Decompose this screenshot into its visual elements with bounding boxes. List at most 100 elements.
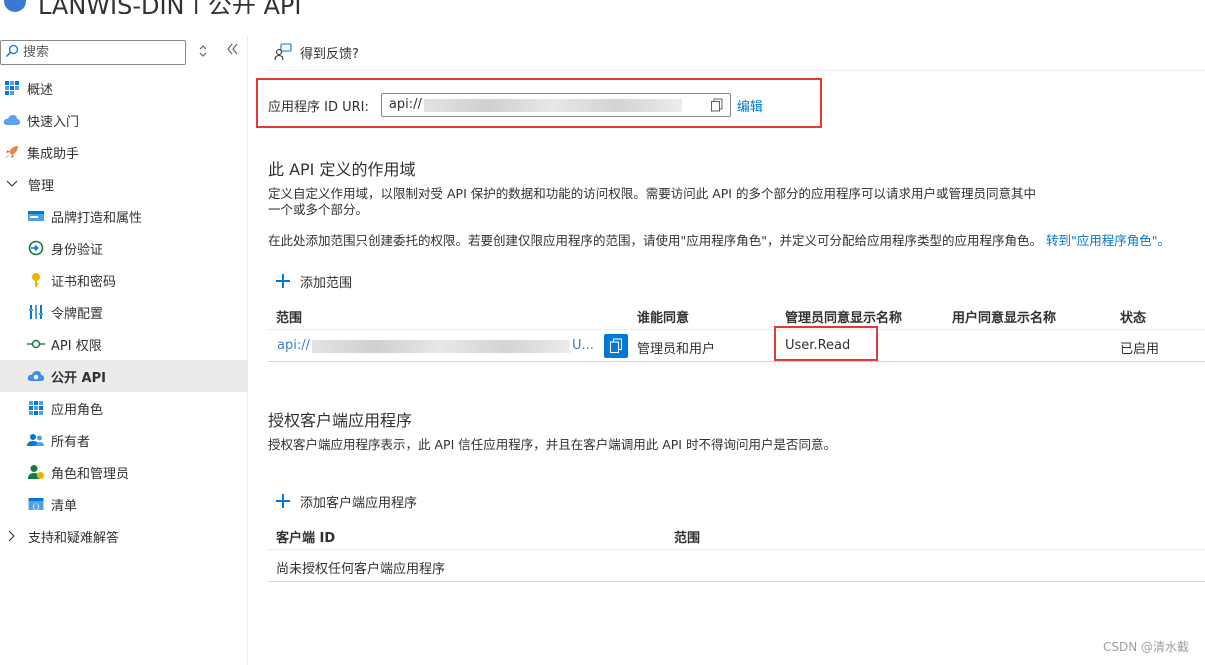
clients-section-title: 授权客户端应用程序 bbox=[268, 411, 413, 430]
feedback-button[interactable]: 得到反馈? bbox=[274, 42, 359, 62]
sidebar-nav: 概述 快速入门 集成助手 管理 品牌打造和属性 身份验证 证书和密码 令牌配置 … bbox=[0, 72, 248, 552]
scopes-description-line2: 一个或多个部分。 bbox=[268, 202, 369, 217]
plus-icon bbox=[276, 274, 290, 288]
token-bars-icon bbox=[27, 303, 45, 321]
chevron-right-icon bbox=[4, 528, 20, 544]
column-header-admin-display-name: 管理员同意显示名称 bbox=[785, 311, 903, 326]
watermark: CSDN @清水截 bbox=[1102, 640, 1189, 654]
sidebar-item-label: 证书和密码 bbox=[51, 274, 117, 290]
column-header-who-can-consent: 谁能同意 bbox=[637, 311, 690, 326]
sidebar-item-certificates-secrets[interactable]: 证书和密码 bbox=[0, 264, 248, 296]
scope-link-suffix[interactable]: U... bbox=[572, 338, 594, 353]
sidebar-search-row bbox=[0, 40, 248, 66]
go-to-app-roles-link[interactable]: 转到"应用程序角色"。 bbox=[1046, 233, 1170, 248]
copy-scope-button[interactable] bbox=[604, 334, 628, 358]
toolbar-divider bbox=[268, 70, 1205, 71]
add-client-app-button[interactable]: 添加客户端应用程序 bbox=[276, 491, 417, 511]
manifest-icon: {} bbox=[27, 495, 45, 513]
who-can-consent-value: 管理员和用户 bbox=[637, 342, 716, 357]
scopes-description-2: 在此处添加范围只创建委托的权限。若要创建仅限应用程序的范围，请使用"应用程序角色… bbox=[268, 232, 1170, 250]
scopes-table-header: 范围 谁能同意 管理员同意显示名称 用户同意显示名称 状态 bbox=[268, 300, 1205, 330]
scopes-description-2-text: 在此处添加范围只创建委托的权限。若要创建仅限应用程序的范围，请使用"应用程序角色… bbox=[268, 233, 1043, 248]
sidebar-item-expose-api[interactable]: 公开 API bbox=[0, 360, 248, 392]
clients-empty-message: 尚未授权任何客户端应用程序 bbox=[276, 562, 446, 577]
sidebar-item-label: 概述 bbox=[27, 82, 54, 98]
table-row: 尚未授权任何客户端应用程序 bbox=[268, 550, 1205, 582]
app-id-uri-field[interactable]: api:// bbox=[380, 93, 731, 117]
state-value: 已启用 bbox=[1120, 342, 1160, 357]
sidebar-item-label: 集成助手 bbox=[27, 146, 80, 162]
sidebar-item-label: 公开 API bbox=[51, 370, 106, 386]
quickstart-cloud-icon bbox=[3, 111, 21, 129]
app-logo-icon bbox=[4, 0, 26, 12]
branding-icon bbox=[27, 207, 45, 225]
app-id-uri-label: 应用程序 ID URI: bbox=[268, 99, 369, 115]
expose-api-cloud-icon bbox=[27, 367, 45, 385]
plus-icon bbox=[276, 494, 290, 508]
scopes-table: 范围 谁能同意 管理员同意显示名称 用户同意显示名称 状态 api:// U..… bbox=[268, 300, 1205, 362]
sidebar-item-token-configuration[interactable]: 令牌配置 bbox=[0, 296, 248, 328]
sidebar-item-label: 身份验证 bbox=[51, 242, 104, 258]
search-icon bbox=[5, 44, 21, 60]
sidebar-search-input[interactable] bbox=[23, 43, 183, 62]
column-header-user-display-name: 用户同意显示名称 bbox=[952, 311, 1057, 326]
add-scope-label: 添加范围 bbox=[300, 275, 353, 291]
column-header-scopes: 范围 bbox=[674, 531, 701, 546]
roles-admins-icon bbox=[27, 463, 45, 481]
feedback-person-icon bbox=[274, 43, 292, 61]
column-header-scope: 范围 bbox=[276, 311, 303, 326]
owners-people-icon bbox=[27, 431, 45, 449]
clients-description: 授权客户端应用程序表示，此 API 信任应用程序，并且在客户端调用此 API 时… bbox=[268, 437, 836, 452]
key-icon bbox=[27, 271, 45, 289]
page-title: LANWIS-DIN | 公开 API bbox=[38, 0, 302, 14]
sidebar-search-box[interactable] bbox=[0, 40, 186, 65]
table-row[interactable]: api:// U... 管理员和用户 User.Read 已启用 bbox=[268, 326, 1205, 362]
sidebar-item-label: 令牌配置 bbox=[51, 306, 104, 322]
copy-icon[interactable] bbox=[710, 98, 724, 112]
title-bar: LANWIS-DIN | 公开 API bbox=[0, 0, 1205, 14]
sidebar-item-label: 管理 bbox=[28, 178, 55, 194]
svg-text:{}: {} bbox=[32, 503, 40, 511]
sidebar-item-api-permissions[interactable]: API 权限 bbox=[0, 328, 248, 360]
sidebar-item-label: 所有者 bbox=[51, 434, 91, 450]
sidebar: 概述 快速入门 集成助手 管理 品牌打造和属性 bbox=[0, 36, 248, 665]
admin-display-name-value: User.Read bbox=[785, 338, 851, 353]
sidebar-item-owners[interactable]: 所有者 bbox=[0, 424, 248, 456]
redacted-scope-blur bbox=[312, 340, 570, 353]
column-header-client-id: 客户端 ID bbox=[276, 531, 336, 546]
overview-grid-icon bbox=[3, 79, 21, 97]
scopes-section-title: 此 API 定义的作用域 bbox=[268, 160, 416, 179]
sidebar-item-quickstart[interactable]: 快速入门 bbox=[0, 104, 248, 136]
sidebar-item-label: 清单 bbox=[51, 498, 78, 514]
app-id-uri-value: api:// bbox=[388, 97, 422, 112]
api-permissions-icon bbox=[27, 335, 45, 353]
sidebar-item-label: 角色和管理员 bbox=[51, 466, 130, 482]
add-scope-button[interactable]: 添加范围 bbox=[276, 271, 352, 291]
authentication-icon bbox=[27, 239, 45, 257]
sidebar-item-label: 应用角色 bbox=[51, 402, 104, 418]
sort-icon[interactable] bbox=[196, 44, 210, 60]
rocket-icon bbox=[3, 143, 21, 161]
clients-table: 客户端 ID 范围 尚未授权任何客户端应用程序 bbox=[268, 520, 1205, 582]
redacted-uri-blur bbox=[423, 99, 682, 112]
sidebar-item-branding[interactable]: 品牌打造和属性 bbox=[0, 200, 248, 232]
app-roles-grid-icon bbox=[27, 399, 45, 417]
feedback-label: 得到反馈? bbox=[300, 46, 359, 62]
scopes-description-line1: 定义自定义作用域，以限制对受 API 保护的数据和功能的访问权限。需要访问此 A… bbox=[268, 186, 1036, 201]
sidebar-group-support-troubleshooting[interactable]: 支持和疑难解答 bbox=[0, 520, 248, 552]
app-id-uri-row: 应用程序 ID URI: api:// 编辑 bbox=[268, 92, 763, 118]
sidebar-item-manifest[interactable]: {} 清单 bbox=[0, 488, 248, 520]
collapse-sidebar-icon[interactable] bbox=[225, 42, 241, 60]
sidebar-item-label: 品牌打造和属性 bbox=[51, 210, 143, 226]
main-content: 得到反馈? 应用程序 ID URI: api:// 编辑 此 API 定义的作用… bbox=[256, 36, 1205, 665]
sidebar-item-authentication[interactable]: 身份验证 bbox=[0, 232, 248, 264]
sidebar-item-overview[interactable]: 概述 bbox=[0, 72, 248, 104]
chevron-down-icon bbox=[4, 176, 20, 192]
sidebar-group-manage[interactable]: 管理 bbox=[0, 168, 248, 200]
sidebar-item-integration-assistant[interactable]: 集成助手 bbox=[0, 136, 248, 168]
sidebar-item-roles-admins[interactable]: 角色和管理员 bbox=[0, 456, 248, 488]
sidebar-item-label: API 权限 bbox=[51, 338, 102, 354]
sidebar-item-app-roles[interactable]: 应用角色 bbox=[0, 392, 248, 424]
edit-app-id-uri-link[interactable]: 编辑 bbox=[737, 96, 763, 115]
scope-link[interactable]: api:// bbox=[277, 338, 310, 353]
